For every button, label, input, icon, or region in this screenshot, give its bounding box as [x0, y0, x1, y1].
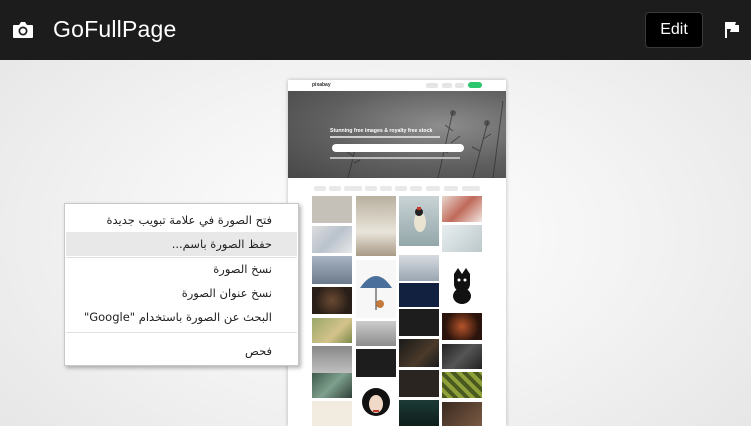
preview-filter-chip [410, 186, 422, 191]
preview-hero-title: Stunning free images & royalty free stoc… [330, 128, 433, 134]
preview-image-tile [442, 225, 482, 252]
preview-image-tile [399, 255, 439, 281]
camera-icon[interactable] [12, 19, 34, 41]
preview-image-tile [442, 196, 482, 222]
preview-image-tile [356, 380, 396, 426]
preview-image-tile [312, 226, 352, 253]
preview-nav-item [426, 83, 438, 88]
preview-hero-subtitle [330, 136, 440, 138]
context-menu: فتح الصورة في علامة تبويب جديدة حفظ الصو… [64, 203, 299, 366]
preview-logo: pixabay [312, 82, 331, 88]
app-title: GoFullPage [53, 16, 177, 42]
preview-image-tile [312, 196, 352, 223]
preview-navbar: pixabay [288, 80, 506, 91]
preview-image-tile [312, 318, 352, 343]
preview-hero-image [346, 100, 504, 178]
preview-image-tile [399, 283, 439, 307]
preview-filter-chip [444, 186, 458, 191]
preview-image-tile [399, 370, 439, 397]
preview-image-tile [312, 401, 352, 426]
preview-image-tile [442, 256, 482, 311]
preview-image-tile [399, 339, 439, 367]
flag-icon[interactable] [724, 21, 740, 39]
preview-image-tile [399, 400, 439, 426]
app-header: GoFullPage Edit [0, 0, 751, 60]
menu-item-copy-image[interactable]: نسخ الصورة [66, 257, 297, 281]
preview-join-button [468, 82, 482, 88]
preview-image-tile [399, 309, 439, 336]
preview-image-tile [442, 344, 482, 369]
preview-filter-chip [380, 186, 392, 191]
preview-nav-item [455, 83, 464, 88]
preview-search-bar [332, 144, 464, 152]
preview-image-tile [442, 372, 482, 398]
preview-image-tile [356, 321, 396, 346]
menu-item-save-image-as[interactable]: حفظ الصورة باسم... [66, 232, 297, 256]
preview-filter-chip [314, 186, 326, 191]
preview-image-tile [312, 256, 352, 284]
preview-image-tile [442, 402, 482, 426]
screenshot-preview: pixabay Stunning free images & royalty f… [288, 80, 506, 426]
preview-image-tile [399, 196, 439, 246]
preview-image-tile [356, 349, 396, 377]
menu-item-copy-image-address[interactable]: نسخ عنوان الصورة [66, 281, 297, 305]
menu-item-inspect[interactable]: فحص [66, 339, 297, 363]
preview-umbrella-illustration [360, 276, 392, 310]
preview-filter-chip [344, 186, 362, 191]
menu-separator [66, 332, 297, 333]
preview-hero-note [330, 157, 460, 159]
preview-portrait-illustration [362, 388, 390, 416]
preview-filter-chip [329, 186, 341, 191]
preview-hero: Stunning free images & royalty free stoc… [288, 91, 506, 178]
preview-nav-item [442, 83, 452, 88]
preview-image-tile [312, 346, 352, 373]
preview-image-tile [312, 373, 352, 398]
preview-image-tile [442, 313, 482, 340]
edit-button[interactable]: Edit [645, 12, 703, 48]
preview-filter-bar [308, 186, 488, 191]
preview-image-tile [312, 287, 352, 314]
preview-bird-illustration [414, 207, 426, 232]
preview-image-tile [356, 196, 396, 256]
preview-filter-chip [462, 186, 480, 191]
menu-item-search-google[interactable]: البحث عن الصورة باستخدام "Google" [66, 305, 297, 329]
preview-filter-chip [395, 186, 407, 191]
preview-image-tile [356, 260, 396, 318]
preview-cat-illustration [453, 268, 471, 304]
menu-item-open-image-new-tab[interactable]: فتح الصورة في علامة تبويب جديدة [66, 208, 297, 232]
preview-filter-chip [426, 186, 440, 191]
preview-filter-chip [365, 186, 377, 191]
